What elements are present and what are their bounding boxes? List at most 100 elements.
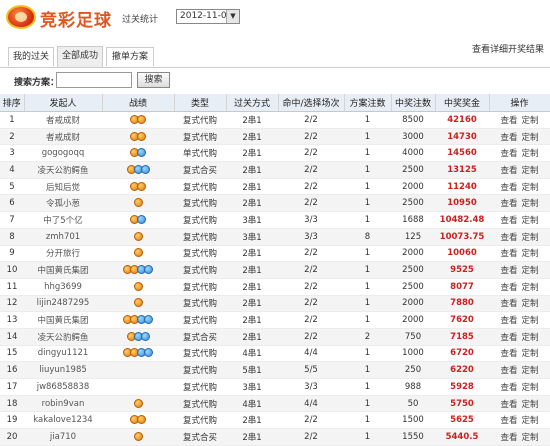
blue-medal-icon xyxy=(137,148,146,158)
row-user[interactable]: 凌天公豹鳄鱼 xyxy=(24,328,102,346)
col-header-record: 战绩 xyxy=(102,94,175,112)
customize-link[interactable]: 定制 xyxy=(522,116,539,126)
tab-all-success[interactable]: 全部成功 xyxy=(57,46,103,67)
customize-link[interactable]: 定制 xyxy=(522,149,539,159)
col-header-prize: 中奖奖金 xyxy=(435,94,490,112)
customize-link[interactable]: 定制 xyxy=(522,266,539,276)
customize-link[interactable]: 定制 xyxy=(522,299,539,309)
row-user[interactable]: gogogoqq xyxy=(24,144,102,163)
view-link[interactable]: 查看 xyxy=(500,116,517,126)
table-row: 4 凌天公豹鳄鱼 复式合买 2串1 2/2 1 2500 13125 查看 定制 xyxy=(0,161,550,179)
row-record xyxy=(102,411,174,430)
customize-link[interactable]: 定制 xyxy=(522,433,539,443)
view-link[interactable]: 查看 xyxy=(500,416,517,426)
customize-link[interactable]: 定制 xyxy=(522,249,539,259)
customize-link[interactable]: 定制 xyxy=(522,183,539,193)
view-link[interactable]: 查看 xyxy=(500,166,517,176)
row-type: 单式代购 xyxy=(174,144,226,163)
row-user[interactable]: 后知后觉 xyxy=(24,178,102,196)
row-record xyxy=(102,144,174,163)
row-user[interactable]: dingyu1121 xyxy=(24,345,102,363)
view-link[interactable]: 查看 xyxy=(500,366,517,376)
row-user[interactable]: liuyun1985 xyxy=(24,361,102,379)
search-button[interactable]: 搜索 xyxy=(137,72,170,88)
customize-link[interactable]: 定制 xyxy=(522,383,539,393)
row-prize: 10482.48 xyxy=(435,211,489,229)
row-bets: 1 xyxy=(344,395,391,413)
view-link[interactable]: 查看 xyxy=(500,233,517,243)
row-rank: 3 xyxy=(0,144,24,163)
row-user[interactable]: robin9van xyxy=(24,395,102,413)
view-link[interactable]: 查看 xyxy=(500,216,517,226)
row-hit: 3/3 xyxy=(278,228,344,246)
row-win-bets: 2000 xyxy=(391,178,435,196)
table-row: 10 中国黄氏集团 复式代购 2串1 2/2 1 2500 9525 查看 定制 xyxy=(0,261,550,279)
row-user[interactable]: 者戒成财 xyxy=(24,111,102,129)
view-link[interactable]: 查看 xyxy=(500,400,517,410)
view-link[interactable]: 查看 xyxy=(500,316,517,326)
row-user[interactable]: 者戒成财 xyxy=(24,128,102,146)
search-input[interactable] xyxy=(56,72,132,88)
view-link[interactable]: 查看 xyxy=(500,283,517,293)
row-user[interactable]: 令孤小葱 xyxy=(24,194,102,213)
customize-link[interactable]: 定制 xyxy=(522,316,539,326)
row-ops: 查看 定制 xyxy=(489,378,550,396)
view-link[interactable]: 查看 xyxy=(500,299,517,309)
row-win-bets: 2500 xyxy=(391,161,435,179)
row-type: 复式代购 xyxy=(174,245,226,263)
row-user[interactable]: zmh701 xyxy=(24,228,102,246)
view-link[interactable]: 查看 xyxy=(500,433,517,443)
customize-link[interactable]: 定制 xyxy=(522,333,539,343)
row-rank: 16 xyxy=(0,361,24,379)
row-user[interactable]: hhg3699 xyxy=(24,278,102,296)
table-row: 14 凌天公豹鳄鱼 复式合买 2串1 2/2 2 750 7185 查看 定制 xyxy=(0,328,550,346)
row-bets: 1 xyxy=(344,211,391,229)
row-record xyxy=(102,211,174,229)
customize-link[interactable]: 定制 xyxy=(522,366,539,376)
chevron-down-icon[interactable]: ▼ xyxy=(226,10,239,23)
customize-link[interactable]: 定制 xyxy=(522,199,539,209)
row-user[interactable]: 中国黄氏集团 xyxy=(24,311,102,329)
customize-link[interactable]: 定制 xyxy=(522,349,539,359)
table-row: 5 后知后觉 复式代购 2串1 2/2 1 2000 11240 查看 定制 xyxy=(0,178,550,196)
row-record xyxy=(102,395,174,413)
row-ops: 查看 定制 xyxy=(489,278,550,296)
row-win-bets: 3000 xyxy=(391,128,435,146)
tab-my-pass[interactable]: 我的过关 xyxy=(8,47,54,66)
row-user[interactable]: 中了5个亿 xyxy=(24,211,102,229)
view-link[interactable]: 查看 xyxy=(500,183,517,193)
row-win-bets: 8500 xyxy=(391,111,435,129)
view-link[interactable]: 查看 xyxy=(500,149,517,159)
customize-link[interactable]: 定制 xyxy=(522,233,539,243)
customize-link[interactable]: 定制 xyxy=(522,400,539,410)
customize-link[interactable]: 定制 xyxy=(522,133,539,143)
row-rank: 4 xyxy=(0,161,24,179)
view-link[interactable]: 查看 xyxy=(500,199,517,209)
customize-link[interactable]: 定制 xyxy=(522,216,539,226)
view-link[interactable]: 查看 xyxy=(500,333,517,343)
view-link[interactable]: 查看 xyxy=(500,249,517,259)
row-type: 复式代购 xyxy=(174,361,226,379)
row-bets: 1 xyxy=(344,361,391,379)
row-win-bets: 1500 xyxy=(391,411,435,430)
tab-cancelled[interactable]: 撤单方案 xyxy=(106,47,154,66)
row-user[interactable]: 凌天公豹鳄鱼 xyxy=(24,161,102,179)
row-user[interactable]: 分开旅行 xyxy=(24,245,102,263)
customize-link[interactable]: 定制 xyxy=(522,166,539,176)
row-ops: 查看 定制 xyxy=(489,194,550,213)
row-record xyxy=(102,328,174,346)
customize-link[interactable]: 定制 xyxy=(522,283,539,293)
view-link[interactable]: 查看 xyxy=(500,383,517,393)
row-user[interactable]: 中国黄氏集团 xyxy=(24,261,102,279)
row-user[interactable]: jw86858838 xyxy=(24,378,102,396)
view-link[interactable]: 查看 xyxy=(500,349,517,359)
view-link[interactable]: 查看 xyxy=(500,133,517,143)
row-prize: 7620 xyxy=(435,311,489,329)
view-link[interactable]: 查看 xyxy=(500,266,517,276)
row-win-bets: 250 xyxy=(391,361,435,379)
row-user[interactable]: lijin2487295 xyxy=(24,295,102,313)
row-ops: 查看 定制 xyxy=(489,128,550,146)
date-select[interactable]: 2012-11-01 ▼ xyxy=(176,9,240,24)
customize-link[interactable]: 定制 xyxy=(522,416,539,426)
row-user[interactable]: kakalove1234 xyxy=(24,411,102,430)
